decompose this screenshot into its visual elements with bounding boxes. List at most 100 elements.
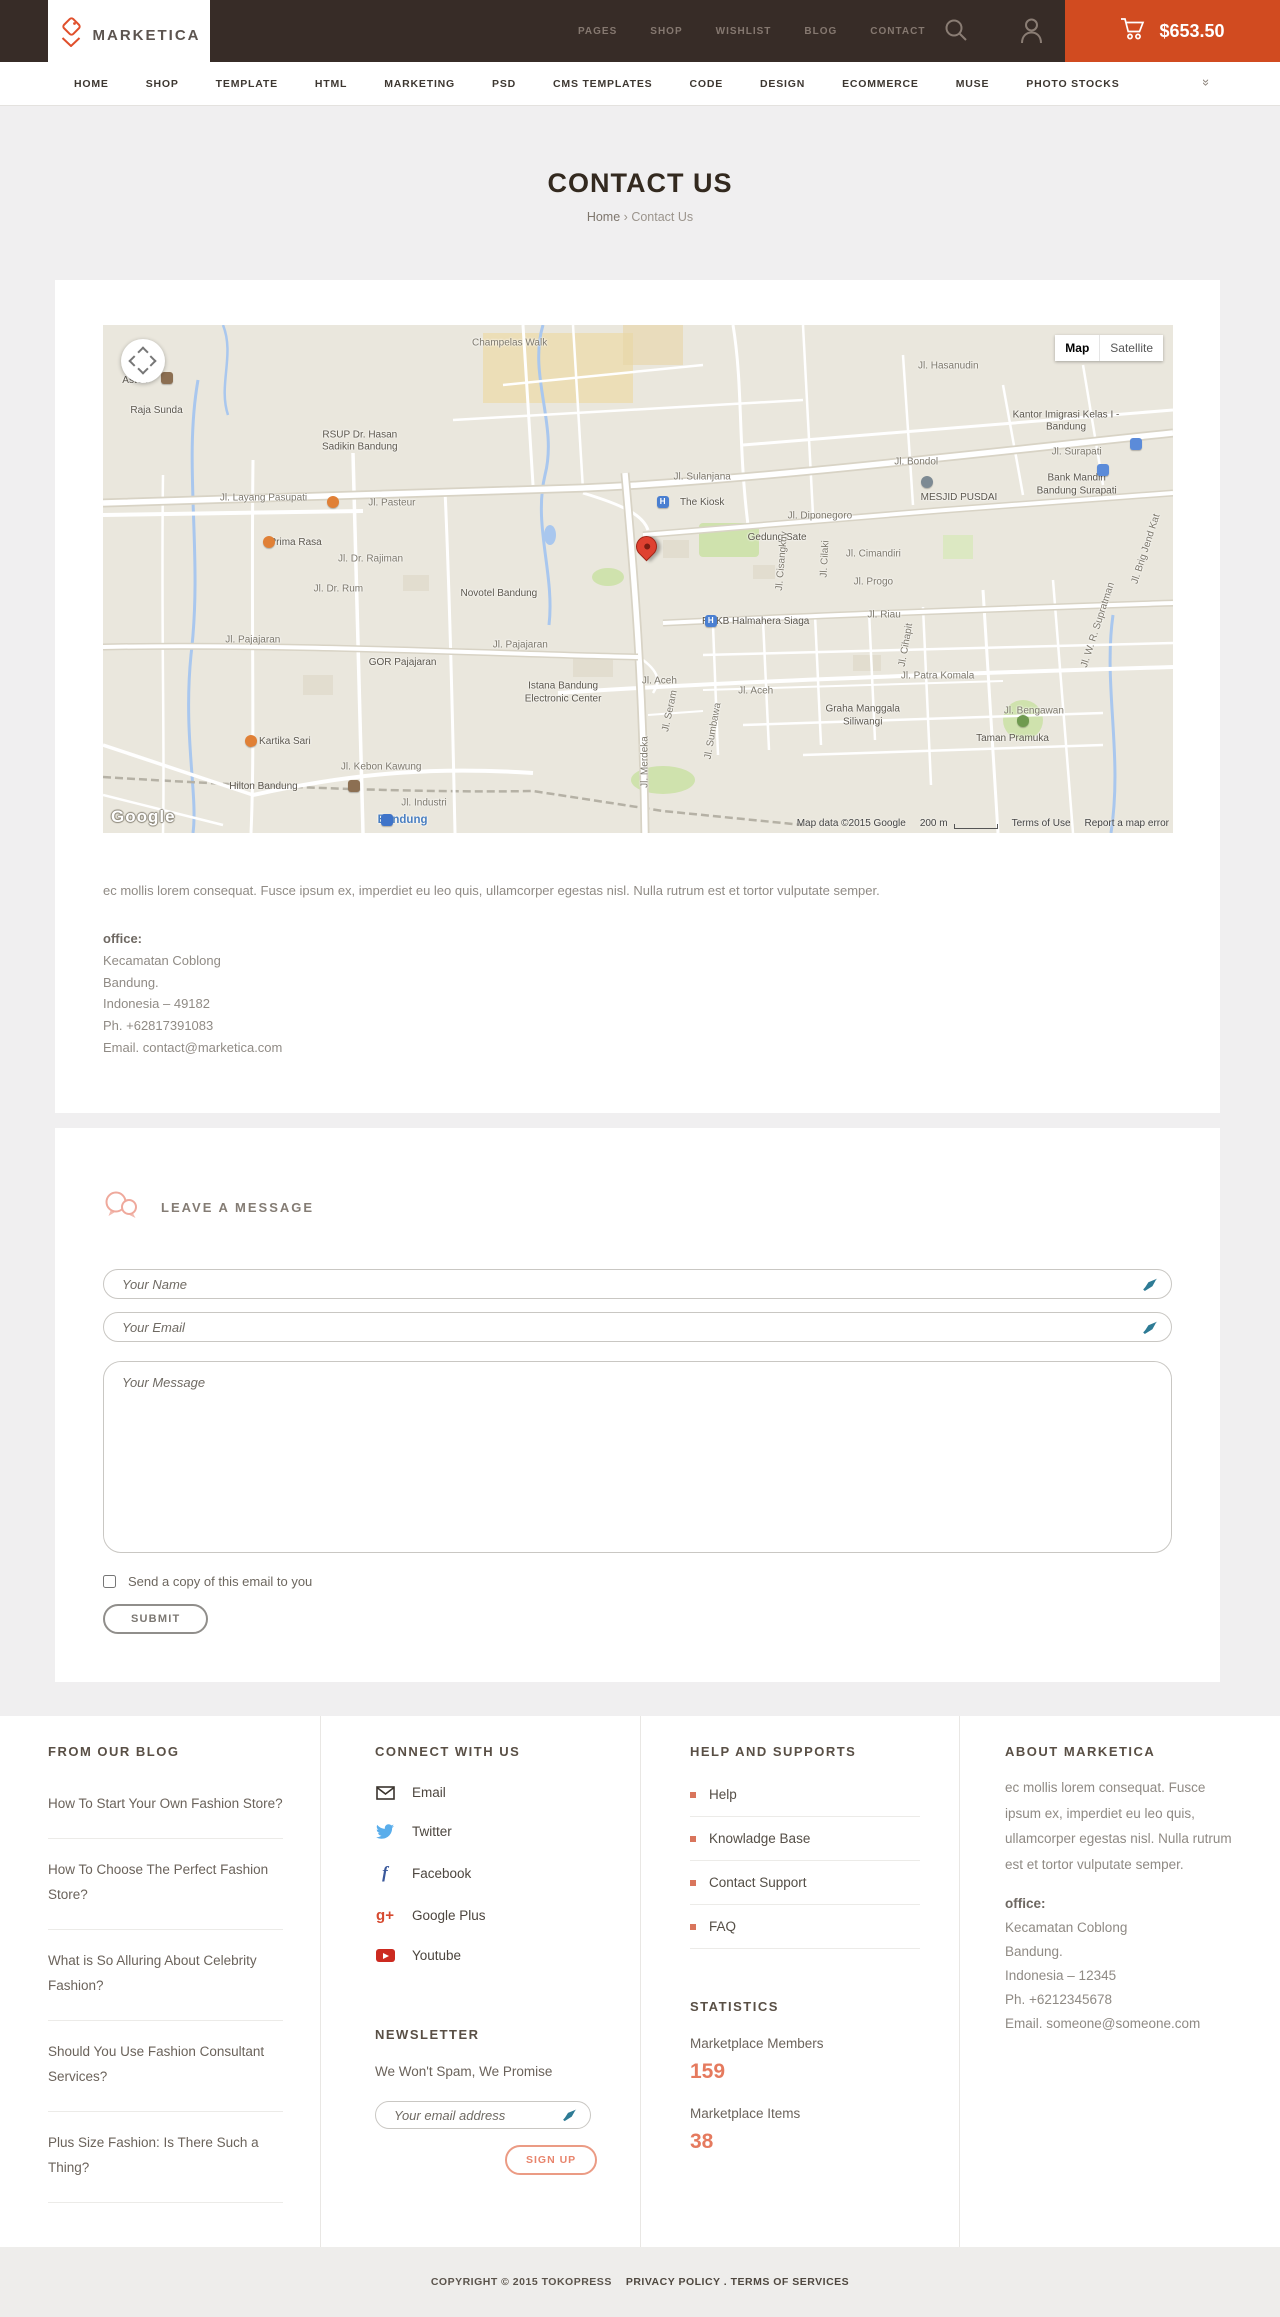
category-nav-link[interactable]: MARKETING: [384, 78, 455, 90]
poi-icon: [161, 372, 174, 385]
chevron-down-icon[interactable]: »: [1199, 79, 1214, 86]
blog-post-link[interactable]: How To Start Your Own Fashion Store?: [48, 1773, 283, 1839]
help-link[interactable]: Contact Support: [690, 1861, 920, 1905]
brand-logo[interactable]: MARKETICA: [48, 0, 210, 70]
map-label: Jl. Progo: [853, 576, 894, 588]
map-label: Jl. Sulanjana: [673, 471, 731, 483]
stat-label: Marketplace Members: [690, 2036, 824, 2051]
social-link[interactable]: Email: [375, 1773, 640, 1812]
map-type-map-button[interactable]: Map: [1055, 335, 1101, 361]
send-copy-label: Send a copy of this email to you: [128, 1574, 313, 1589]
category-nav-link[interactable]: DESIGN: [760, 78, 805, 90]
footer-blog-column: FROM OUR BLOG How To Start Your Own Fash…: [0, 1716, 320, 2247]
signup-button[interactable]: SIGN UP: [505, 2145, 598, 2175]
blog-post-link[interactable]: Plus Size Fashion: Is There Such a Thing…: [48, 2112, 283, 2203]
newsletter-section: NEWSLETTER We Won't Spam, We Promise SIG…: [375, 2027, 640, 2175]
map-label: MESJID PUSDAI: [920, 491, 998, 503]
name-input[interactable]: [122, 1276, 1133, 1292]
pan-left-icon[interactable]: [128, 355, 140, 367]
map-pan-control: [121, 339, 165, 383]
top-nav-link[interactable]: PAGES: [578, 26, 617, 37]
social-link[interactable]: f Facebook: [375, 1851, 640, 1895]
category-nav-link[interactable]: CMS TEMPLATES: [553, 78, 652, 90]
top-nav-link[interactable]: CONTACT: [870, 26, 925, 37]
office-line: Kecamatan Coblong: [1005, 1919, 1128, 1935]
square-bullet-icon: [690, 1835, 696, 1842]
newsletter-heading: NEWSLETTER: [375, 2027, 480, 2042]
email-input[interactable]: [122, 1319, 1133, 1335]
category-nav-link[interactable]: HTML: [315, 78, 347, 90]
office-line: Ph. +62817391083: [103, 1018, 214, 1034]
category-nav-link[interactable]: MUSE: [956, 78, 990, 90]
send-copy-checkbox[interactable]: [103, 1575, 116, 1588]
pan-down-icon[interactable]: [137, 363, 149, 375]
category-nav-link[interactable]: SHOP: [146, 78, 179, 90]
email-field-wrap: [103, 1312, 1172, 1342]
square-bullet-icon: [690, 1923, 696, 1930]
blog-post-link[interactable]: Should You Use Fashion Consultant Servic…: [48, 2021, 283, 2112]
map-label: Jl. Surapati: [1051, 446, 1102, 458]
form-heading: LEAVE A MESSAGE: [161, 1200, 315, 1215]
map-label: Jl. Dr. Rum: [313, 583, 364, 595]
office-line: Ph. +6212345678: [1005, 1991, 1112, 2007]
pen-icon: [562, 2108, 577, 2128]
google-map[interactable]: Champelas WalkJl. HasanudinAstonRaja Sun…: [103, 325, 1173, 833]
pan-up-icon[interactable]: [137, 346, 149, 358]
category-nav-link[interactable]: CODE: [689, 78, 723, 90]
category-nav-link[interactable]: TEMPLATE: [216, 78, 278, 90]
poi-icon: [1129, 438, 1142, 451]
blog-post-link[interactable]: How To Choose The Perfect Fashion Store?: [48, 1839, 283, 1930]
poi-icon: [1097, 463, 1110, 476]
map-label: Jl. Cilaki: [818, 539, 832, 578]
top-nav-link[interactable]: BLOG: [804, 26, 837, 37]
social-link[interactable]: Youtube: [375, 1936, 640, 1975]
category-nav-link[interactable]: PSD: [492, 78, 516, 90]
message-form-card: LEAVE A MESSAGE Send a copy of this emai…: [55, 1128, 1220, 1682]
submit-button[interactable]: SUBMIT: [103, 1604, 209, 1634]
cart-button[interactable]: $653.50: [1065, 0, 1280, 62]
map-label: Jl. Aceh: [738, 685, 774, 697]
help-link[interactable]: Help: [690, 1773, 920, 1817]
search-icon[interactable]: [943, 17, 969, 48]
blog-post-link[interactable]: What is So Alluring About Celebrity Fash…: [48, 1930, 283, 2021]
social-icon: [375, 1949, 395, 1962]
scale-bar: [953, 824, 998, 829]
help-link[interactable]: Knowladge Base: [690, 1817, 920, 1861]
map-label: Jl. Bondol: [894, 456, 939, 468]
category-nav-link[interactable]: HOME: [74, 78, 109, 90]
statistics-section: STATISTICS Marketplace Members 159 Marke…: [690, 1999, 959, 2154]
help-link[interactable]: FAQ: [690, 1905, 920, 1949]
map-label: Jl. Diponegoro: [787, 510, 853, 521]
map-type-satellite-button[interactable]: Satellite: [1100, 335, 1163, 361]
map-label: Jl. Pajajaran: [225, 634, 281, 646]
breadcrumb-home[interactable]: Home: [587, 210, 620, 224]
social-link[interactable]: Twitter: [375, 1812, 640, 1851]
pan-right-icon[interactable]: [145, 355, 157, 367]
map-scale: 200 m: [920, 818, 998, 829]
stat-value: 38: [690, 2130, 714, 2153]
pen-icon: [1142, 1320, 1158, 1341]
social-label: Google Plus: [412, 1908, 486, 1923]
legal-links[interactable]: PRIVACY POLICY . TERMS OF SERVICES: [626, 2276, 849, 2288]
footer-office-info: office: Kecamatan Coblong Bandung. Indones…: [1005, 1892, 1228, 2036]
terms-of-use-link[interactable]: Terms of Use: [1012, 818, 1071, 829]
map-label: Novotel Bandung: [460, 587, 538, 599]
about-text: ec mollis lorem consequat. Fusce ipsum e…: [1005, 1780, 1232, 1872]
map-artwork: [103, 325, 1173, 833]
top-nav-link[interactable]: WISHLIST: [716, 26, 772, 37]
social-icon: f: [382, 1863, 388, 1882]
stat-value: 159: [690, 2060, 726, 2083]
newsletter-email-input[interactable]: [394, 2107, 570, 2123]
report-map-error-link[interactable]: Report a map error: [1085, 818, 1169, 829]
category-nav-link[interactable]: ECOMMERCE: [842, 78, 919, 90]
social-link[interactable]: g+ Google Plus: [375, 1895, 640, 1936]
category-nav-link[interactable]: PHOTO STOCKS: [1026, 78, 1119, 90]
social-label: Facebook: [412, 1865, 472, 1881]
user-icon[interactable]: [1019, 17, 1044, 49]
help-label: Contact Support: [709, 1875, 807, 1890]
message-textarea[interactable]: [104, 1362, 1171, 1552]
square-bullet-icon: [690, 1879, 696, 1886]
google-logo[interactable]: Google: [111, 807, 176, 827]
tag-icon: [58, 16, 84, 54]
top-nav-link[interactable]: SHOP: [650, 26, 682, 37]
